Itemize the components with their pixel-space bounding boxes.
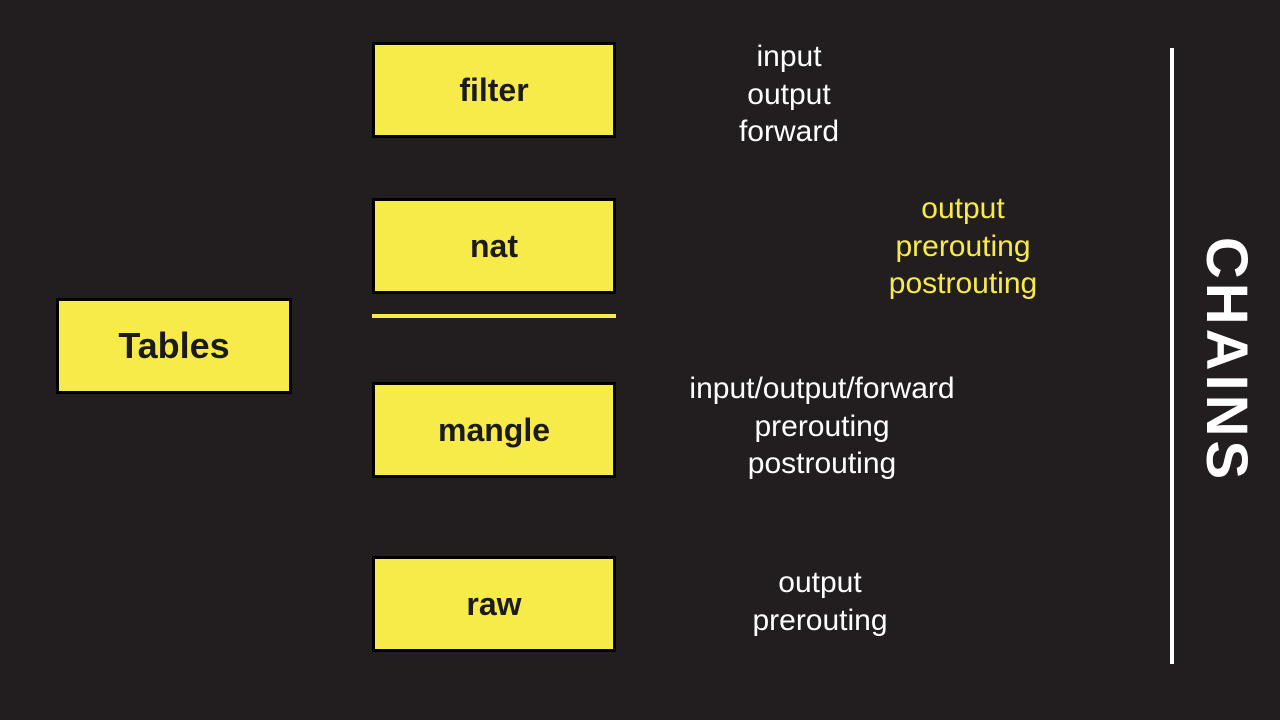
- chain-item: prerouting: [642, 408, 1002, 446]
- chain-item: prerouting: [690, 602, 950, 640]
- tables-root-box: Tables: [56, 298, 292, 394]
- chain-item: output: [838, 190, 1088, 228]
- table-box-mangle: mangle: [372, 382, 616, 478]
- chains-side-label: CHAINS: [1193, 237, 1260, 483]
- table-box-filter: filter: [372, 42, 616, 138]
- table-box-nat: nat: [372, 198, 616, 294]
- chain-item: postrouting: [838, 265, 1088, 303]
- chain-item: prerouting: [838, 228, 1088, 266]
- chain-list-nat: output prerouting postrouting: [838, 190, 1088, 303]
- chains-divider-line: [1170, 48, 1174, 664]
- chain-item: output: [690, 564, 950, 602]
- chain-list-mangle: input/output/forward prerouting postrout…: [642, 370, 1002, 483]
- nat-underline: [372, 314, 616, 318]
- chain-list-raw: output prerouting: [690, 564, 950, 639]
- chain-item: postrouting: [642, 445, 1002, 483]
- table-box-raw: raw: [372, 556, 616, 652]
- chain-item: forward: [664, 113, 914, 151]
- chain-item: input/output/forward: [642, 370, 1002, 408]
- chain-item: input: [664, 38, 914, 76]
- chain-list-filter: input output forward: [664, 38, 914, 151]
- chain-item: output: [664, 76, 914, 114]
